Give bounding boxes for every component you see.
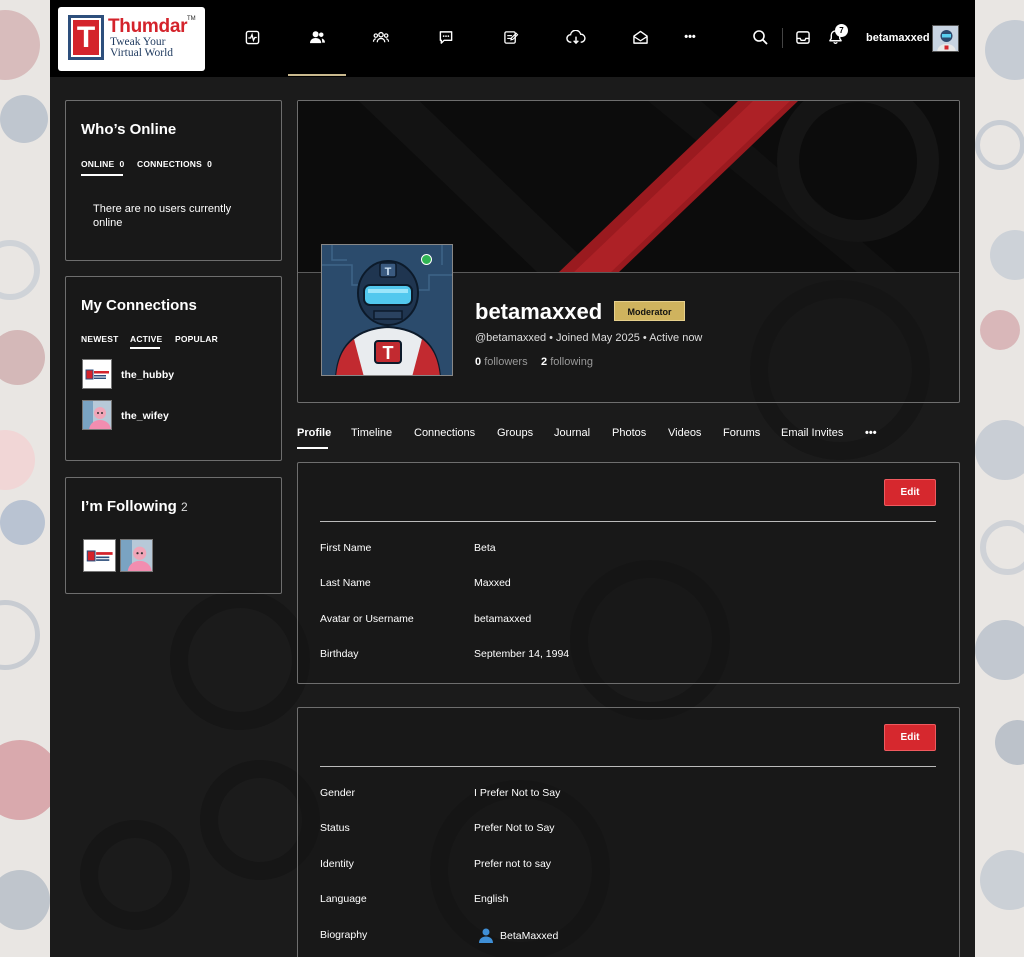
connection-avatar-hubby[interactable]	[82, 359, 112, 389]
journal-icon[interactable]	[500, 26, 522, 48]
field-label-identity: Identity	[320, 858, 354, 870]
tab-groups[interactable]: Groups	[497, 427, 533, 439]
section-divider	[320, 521, 936, 522]
connection-name-hubby[interactable]: the_hubby	[121, 369, 174, 381]
search-icon[interactable]	[749, 26, 771, 48]
header-avatar[interactable]	[932, 25, 959, 52]
tab-active[interactable]: ACTIVE	[130, 334, 162, 344]
tab-profile[interactable]: Profile	[297, 427, 331, 439]
profile-meta: @betamaxxed • Joined May 2025 • Active n…	[475, 332, 703, 344]
moderator-badge: Moderator	[614, 301, 685, 321]
field-value-last-name: Maxxed	[474, 577, 511, 589]
no-users-online-message: There are no users currently online	[93, 203, 232, 229]
tab-newest[interactable]: NEWEST	[81, 334, 119, 344]
connection-name-wifey[interactable]: the_wifey	[121, 410, 169, 422]
site-logo[interactable]: T Thumdar TM Tweak Your Virtual World	[58, 7, 205, 71]
tab-popular[interactable]: POPULAR	[175, 334, 218, 344]
tab-profile-underline	[297, 447, 328, 449]
following-avatar-wifey[interactable]	[120, 539, 153, 572]
logo-brand: Thumdar	[108, 16, 188, 37]
section-divider	[320, 766, 936, 767]
profile-header-card: T T betamaxxed Moderator @betamaxxed • J…	[297, 100, 960, 403]
tab-connections[interactable]: CONNECTIONS 0	[137, 159, 212, 169]
field-value-status: Prefer Not to Say	[474, 822, 555, 834]
tab-online-underline	[81, 174, 123, 176]
connection-avatar-wifey[interactable]	[82, 400, 112, 430]
header-username[interactable]: betamaxxed	[866, 32, 930, 44]
field-value-avatar-username: betamaxxed	[474, 613, 532, 625]
tab-timeline[interactable]: Timeline	[351, 427, 392, 439]
tab-active-underline	[130, 347, 160, 349]
field-value-biography: BetaMaxxed	[500, 930, 559, 942]
svg-text:T: T	[385, 266, 392, 278]
members-icon[interactable]	[306, 26, 328, 48]
edit-details-button[interactable]: Edit	[884, 724, 936, 751]
whos-online-title: Who’s Online	[81, 121, 177, 138]
online-status-dot	[421, 254, 432, 265]
groups-icon[interactable]	[370, 26, 392, 48]
field-value-language: English	[474, 893, 509, 905]
field-label-biography: Biography	[320, 929, 368, 941]
tab-photos[interactable]: Photos	[612, 427, 646, 439]
bio-user-icon	[478, 927, 494, 948]
following-avatar-hubby[interactable]	[83, 539, 116, 572]
following-title: I’m Following 2	[81, 498, 188, 515]
profile-name: betamaxxed	[475, 299, 603, 324]
field-label-last-name: Last Name	[320, 577, 371, 589]
following-count: 2	[181, 500, 188, 514]
field-label-status: Status	[320, 822, 350, 834]
tabs-more-icon[interactable]: •••	[865, 427, 877, 439]
logo-trademark: TM	[187, 16, 196, 22]
site-container: T Thumdar TM Tweak Your Virtual World ••…	[50, 0, 975, 957]
field-value-first-name: Beta	[474, 542, 496, 554]
tab-videos[interactable]: Videos	[668, 427, 701, 439]
my-connections-widget: My Connections NEWEST ACTIVE POPULAR the…	[65, 276, 282, 461]
field-label-birthday: Birthday	[320, 648, 359, 660]
my-connections-title: My Connections	[81, 297, 197, 314]
field-label-first-name: First Name	[320, 542, 372, 554]
tab-online[interactable]: ONLINE 0	[81, 159, 124, 169]
profile-avatar[interactable]: T T	[321, 244, 453, 376]
tab-email-invites[interactable]: Email Invites	[781, 427, 843, 439]
logo-tagline: Tweak Your Virtual World	[110, 36, 174, 59]
header-divider	[782, 28, 783, 48]
tab-journal[interactable]: Journal	[554, 427, 590, 439]
tab-connections[interactable]: Connections	[414, 427, 475, 439]
downloads-icon[interactable]	[565, 26, 587, 48]
whos-online-widget: Who’s Online ONLINE 0 CONNECTIONS 0 Ther…	[65, 100, 282, 261]
more-icon[interactable]: •••	[679, 26, 701, 48]
following-widget: I’m Following 2	[65, 477, 282, 594]
notification-count-badge: 7	[835, 24, 848, 37]
top-navigation-bar: T Thumdar TM Tweak Your Virtual World ••…	[50, 0, 975, 77]
messages-icon[interactable]	[629, 26, 651, 48]
inbox-icon[interactable]	[792, 26, 814, 48]
field-label-gender: Gender	[320, 787, 356, 799]
logo-mark: T	[68, 15, 104, 60]
field-label-language: Language	[320, 893, 367, 905]
tab-forums[interactable]: Forums	[723, 427, 760, 439]
profile-base-section: Edit First Name Beta Last Name Maxxed Av…	[297, 462, 960, 684]
forums-icon[interactable]	[435, 26, 457, 48]
svg-text:T: T	[383, 343, 394, 363]
page-background-right	[975, 0, 1024, 957]
profile-details-section: Edit Gender I Prefer Not to Say Status P…	[297, 707, 960, 957]
edit-base-button[interactable]: Edit	[884, 479, 936, 506]
field-label-avatar-username: Avatar or Username	[320, 613, 414, 625]
nav-active-indicator	[288, 74, 346, 76]
page-background-left	[0, 0, 50, 957]
field-value-birthday: September 14, 1994	[474, 648, 570, 660]
activity-icon[interactable]	[241, 26, 263, 48]
field-value-gender: I Prefer Not to Say	[474, 787, 561, 799]
following-stat[interactable]: 2 following	[541, 356, 593, 368]
followers-stat[interactable]: 0 followers	[475, 356, 528, 368]
field-value-identity: Prefer not to say	[474, 858, 552, 870]
